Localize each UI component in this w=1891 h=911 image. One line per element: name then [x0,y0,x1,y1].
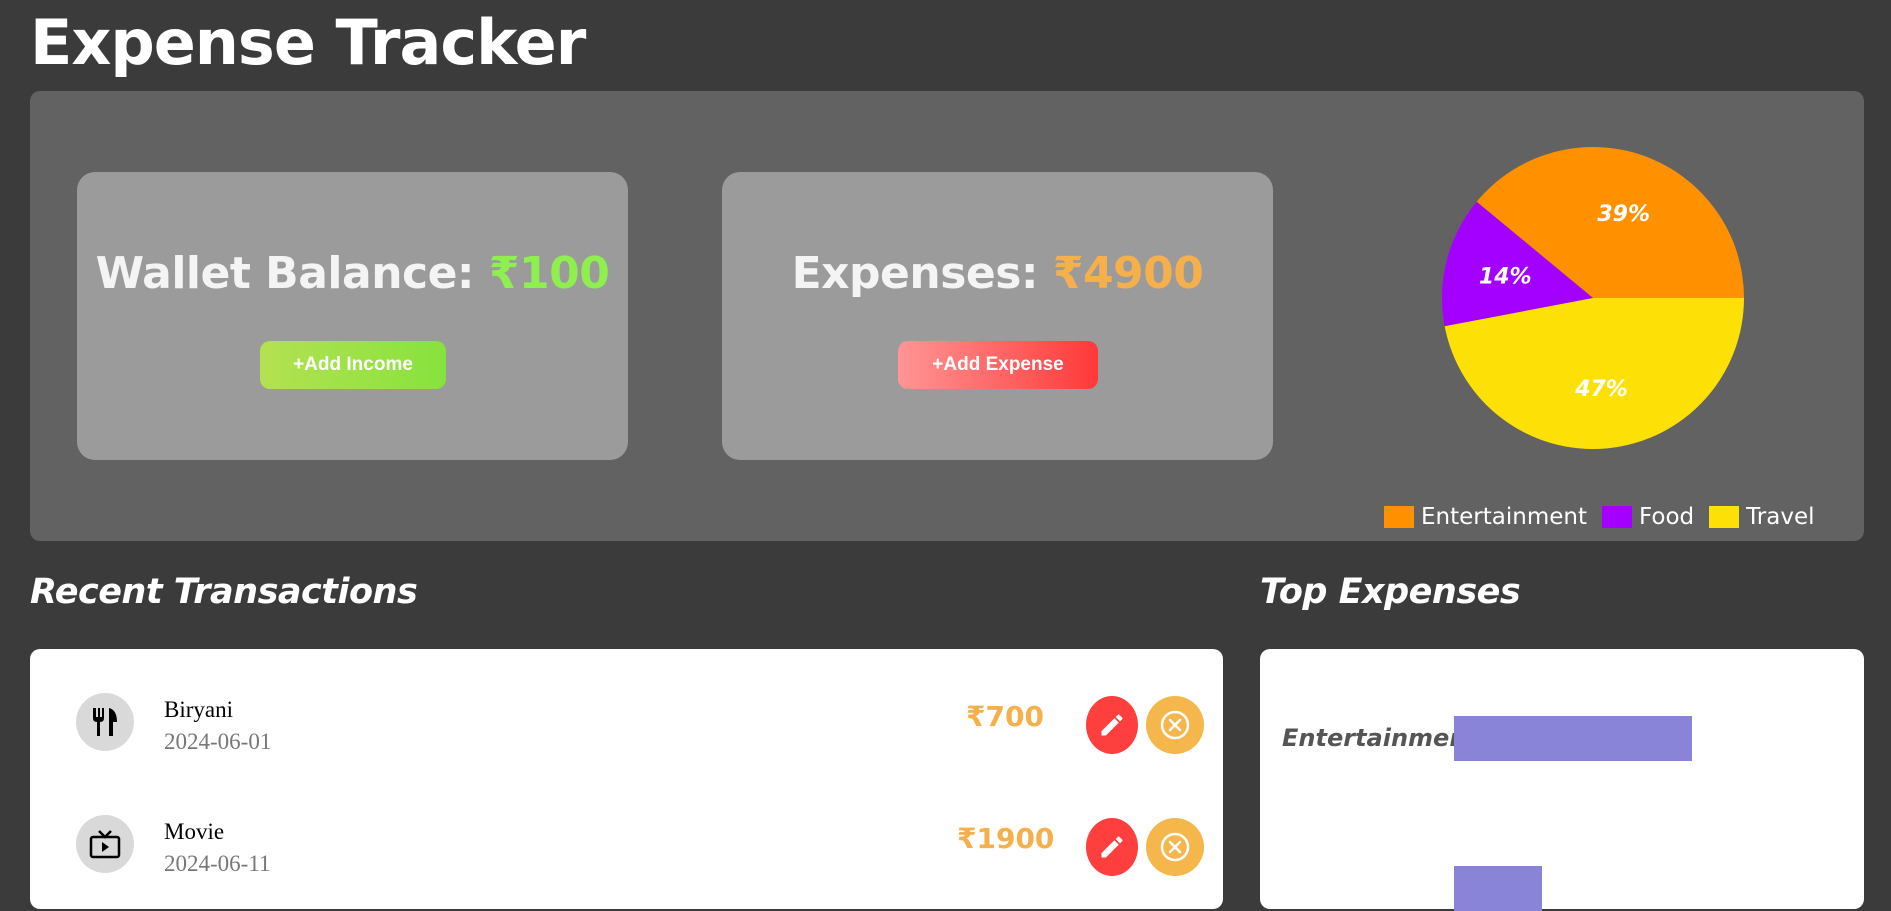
top-expenses-title: Top Expenses [1260,572,1521,612]
pie-label-entertainment: 39% [1597,202,1650,227]
app-title: Expense Tracker [30,6,586,79]
legend-label: Travel [1746,504,1815,530]
pie-label-food: 14% [1479,264,1532,289]
top-expense-bar [1454,716,1692,761]
delete-button[interactable] [1146,818,1204,876]
edit-button[interactable] [1086,696,1138,754]
legend-label: Entertainment [1421,504,1587,530]
pie-label-travel: 47% [1574,377,1628,402]
transactions-list: Biryani 2024-06-01 ₹700 Movie 2024-06-11… [30,649,1223,909]
close-circle-icon [1160,710,1190,740]
close-circle-icon [1160,832,1190,862]
wallet-balance-amount: ₹100 [488,248,610,299]
transaction-date: 2024-06-01 [164,729,272,754]
legend-label: Food [1638,504,1695,530]
pencil-icon [1101,714,1123,736]
pie-chart-svg: 39% 14% 47% [1442,147,1744,450]
expenses-card: Expenses: ₹4900 +Add Expense [722,172,1273,460]
wallet-balance-label: Wallet Balance: [95,248,489,299]
fork-knife-icon [93,708,117,736]
legend-swatch [1709,506,1740,528]
legend-item-food: Food [1601,504,1695,530]
transaction-name: Biryani [164,697,233,722]
expenses-heading: Expenses: ₹4900 [722,248,1273,299]
transaction-category-icon [76,815,134,873]
delete-button[interactable] [1146,696,1204,754]
top-expense-bar [1454,866,1542,911]
add-income-button[interactable]: +Add Income [260,341,446,389]
legend-item-entertainment: Entertainment [1384,504,1587,530]
transaction-amount: ₹1900 [957,822,1055,855]
expenses-amount: ₹4900 [1052,248,1204,299]
recent-transactions-title: Recent Transactions [30,572,418,612]
transaction-row: Movie 2024-06-11 ₹1900 [30,771,1223,876]
transaction-category-icon [76,693,134,751]
expenses-label: Expenses: [791,248,1053,299]
wallet-balance-heading: Wallet Balance: ₹100 [77,248,628,299]
transaction-name: Movie [164,819,225,844]
edit-button[interactable] [1086,818,1138,876]
top-expenses-chart: Entertainment [1260,649,1864,911]
legend-swatch [1384,506,1414,528]
bar-label-entertainment: Entertainment [1282,724,1478,752]
wallet-balance-card: Wallet Balance: ₹100 +Add Income [77,172,628,460]
tv-play-icon [89,830,121,859]
pencil-icon [1101,836,1123,858]
transaction-row: Biryani 2024-06-01 ₹700 [30,649,1223,754]
legend-swatch [1601,506,1632,528]
summary-panel: Wallet Balance: ₹100 +Add Income Expense… [30,91,1864,541]
transaction-amount: ₹700 [966,700,1044,733]
legend-item-travel: Travel [1709,504,1815,530]
add-expense-button[interactable]: +Add Expense [898,341,1098,389]
transaction-date: 2024-06-11 [164,851,271,876]
pie-slice-travel [1444,298,1744,450]
pie-legend: Entertainment Food Travel [1384,504,1830,530]
expense-pie-chart: 39% 14% 47% [1442,147,1744,450]
